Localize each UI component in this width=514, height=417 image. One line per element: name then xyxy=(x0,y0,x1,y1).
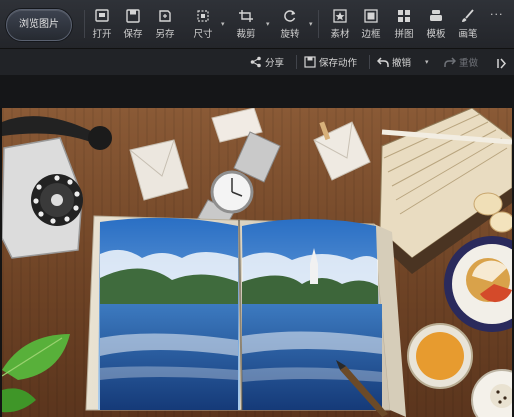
resize-dropdown-caret-icon[interactable]: ▾ xyxy=(221,20,227,28)
material-label: 素材 xyxy=(330,29,350,40)
rotate-label: 旋转 xyxy=(280,29,300,40)
share-button[interactable]: 分享 xyxy=(250,54,284,70)
border-button[interactable]: 边框 xyxy=(356,8,386,44)
rotate-icon xyxy=(282,9,298,23)
border-icon xyxy=(363,9,379,23)
crop-label: 裁剪 xyxy=(236,29,256,40)
open-button[interactable]: 打开 xyxy=(87,8,117,44)
save-icon xyxy=(125,9,141,23)
open-icon xyxy=(94,9,110,23)
green-leaf-object xyxy=(2,334,70,413)
save-as-icon xyxy=(157,9,173,23)
right-page-landscape-photo xyxy=(242,219,382,410)
brush-icon xyxy=(460,9,476,23)
template-icon xyxy=(428,9,444,23)
save-as-button[interactable]: 另存 xyxy=(150,8,180,44)
resize-icon xyxy=(195,9,211,23)
save-action-icon xyxy=(304,56,316,68)
resize-button[interactable]: 尺寸 xyxy=(188,8,218,44)
share-icon xyxy=(250,56,262,68)
share-label: 分享 xyxy=(265,58,285,69)
brush-button[interactable]: 画笔 xyxy=(453,8,483,44)
material-icon xyxy=(332,9,348,23)
crop-icon xyxy=(238,9,254,23)
collage-label: 拼图 xyxy=(394,29,414,40)
open-label: 打开 xyxy=(92,29,112,40)
save-as-label: 另存 xyxy=(155,29,175,40)
resize-label: 尺寸 xyxy=(193,29,213,40)
brush-label: 画笔 xyxy=(458,29,478,40)
main-toolbar: 浏览图片 打开 保存 另存 尺寸 ▾ 裁剪 ▾ 旋转 ▾ 素材 边框 拼图 模板… xyxy=(0,0,514,49)
save-label: 保存 xyxy=(123,29,143,40)
fruit-plate-object xyxy=(444,236,512,332)
rotate-button[interactable]: 旋转 xyxy=(275,8,305,44)
collage-icon xyxy=(396,9,412,23)
save-action-label: 保存动作 xyxy=(319,58,358,69)
action-divider xyxy=(296,55,297,69)
crop-button[interactable]: 裁剪 xyxy=(231,8,261,44)
rotate-dropdown-caret-icon[interactable]: ▾ xyxy=(309,20,315,28)
undo-label: 撤销 xyxy=(392,58,412,69)
undo-icon xyxy=(377,56,389,68)
redo-icon xyxy=(444,56,456,68)
undo-dropdown-caret-icon[interactable]: ▾ xyxy=(425,58,431,66)
action-divider xyxy=(369,55,370,69)
template-label: 模板 xyxy=(426,29,446,40)
action-bar: 分享 保存动作 撤销 ▾ 重做 xyxy=(0,49,514,75)
left-page-landscape-photo xyxy=(98,217,240,410)
undo-button[interactable]: 撤销 xyxy=(377,54,411,70)
save-action-button[interactable]: 保存动作 xyxy=(304,54,357,70)
material-button[interactable]: 素材 xyxy=(325,8,355,44)
more-options-icon[interactable]: ··· xyxy=(490,8,508,21)
photo-canvas[interactable] xyxy=(2,108,512,417)
canvas-top-margin xyxy=(0,75,514,108)
crop-dropdown-caret-icon[interactable]: ▾ xyxy=(266,20,272,28)
border-label: 边框 xyxy=(361,29,381,40)
redo-button[interactable]: 重做 xyxy=(444,54,478,70)
desk-photo xyxy=(2,108,512,417)
redo-label: 重做 xyxy=(459,58,479,69)
save-button[interactable]: 保存 xyxy=(118,8,148,44)
toolbar-divider xyxy=(84,10,85,38)
browse-pictures-button[interactable]: 浏览图片 xyxy=(6,9,72,41)
cookie-plate-object xyxy=(471,369,512,417)
toolbar-divider xyxy=(318,10,319,38)
wristwatch-object xyxy=(197,131,281,231)
collapse-panel-icon[interactable] xyxy=(496,55,508,74)
tea-cup-object xyxy=(407,323,473,389)
template-button[interactable]: 模板 xyxy=(421,8,451,44)
collage-button[interactable]: 拼图 xyxy=(389,8,419,44)
